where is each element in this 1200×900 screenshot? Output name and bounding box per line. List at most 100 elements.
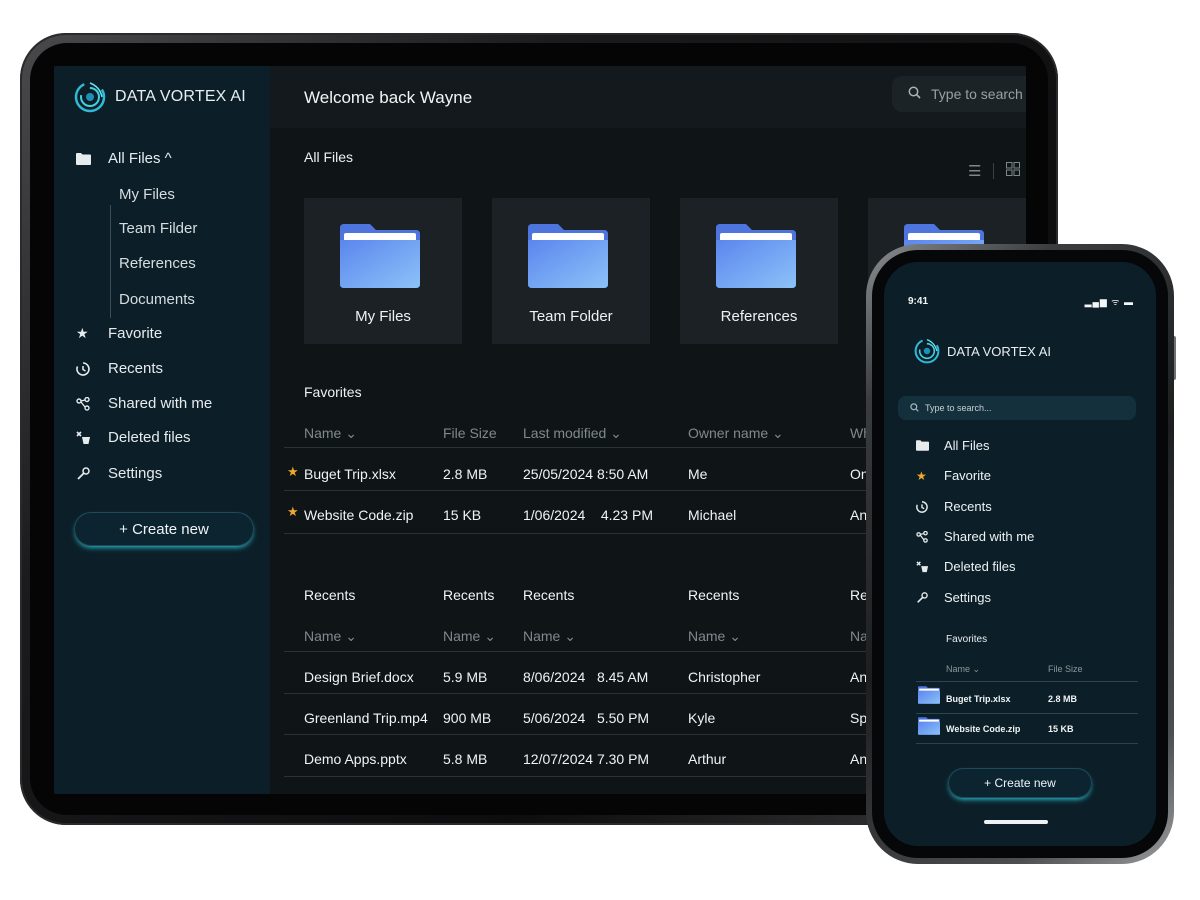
recents-title: Recents [443,587,495,603]
col-header-name[interactable]: Name ⌄ [688,628,741,645]
vortex-logo-icon [914,338,940,364]
file-name[interactable]: Greenland Trip.mp4 [304,710,428,726]
nav-item-label: Recents [944,499,992,514]
search-input[interactable]: Type to search [892,76,1026,112]
sidebar-subitem-documents[interactable]: Documents [119,291,195,308]
status-icons: ▂▄▆ ᯤ ▬ [1084,297,1134,307]
search-icon [910,402,919,414]
file-owner: Me [688,466,708,482]
star-icon[interactable]: ★ [287,464,299,480]
file-size: 2.8 MB [443,466,488,482]
sidebar: DATA VORTEX AI All Files ^ My Files Team… [54,66,270,794]
divider [916,713,1138,714]
star-icon: ★ [76,325,89,341]
file-name[interactable]: Buget Trip.xlsx [304,466,396,482]
nav-item-deleted[interactable]: Deleted files [916,559,1016,574]
sidebar-item-favorite[interactable]: ★ Favorite [76,325,162,342]
sidebar-item-recents[interactable]: Recents [76,360,163,377]
subnav-line [110,205,111,318]
col-header-name[interactable]: Name ⌄ [946,664,980,675]
share-icon [76,396,96,412]
star-icon[interactable]: ★ [287,504,299,520]
favorites-title: Favorites [946,634,988,645]
sidebar-item-label: All Files ^ [108,150,172,167]
sidebar-item-shared[interactable]: Shared with me [76,395,212,412]
nav-item-all-files[interactable]: All Files [916,438,990,453]
brand-name: DATA VORTEX AI [115,88,246,105]
file-modified: 1/06/2024 4.23 PM [523,507,653,523]
favorites-title: Favorites [304,384,362,400]
all-files-title: All Files [304,149,354,165]
nav-item-label: Deleted files [944,559,1016,574]
sidebar-item-label: Recents [108,360,164,377]
deleted-icon [76,430,96,446]
search-input[interactable]: Type to search... [898,396,1136,420]
folder-icon [528,224,608,288]
nav-item-label: All Files [944,438,990,453]
file-name[interactable]: Website Code.zip [304,507,413,523]
divider [916,681,1138,682]
sidebar-subitem-my-files[interactable]: My Files [119,186,175,203]
file-size: 15 KB [443,507,482,523]
welcome-text: Welcome back Wayne [304,88,473,107]
col-header-name[interactable]: Name ⌄ [304,628,357,645]
sidebar-item-all-files[interactable]: All Files ^ [76,150,172,167]
folder-card-team-folder[interactable]: Team Folder [492,198,650,344]
top-bar: Welcome back Wayne Type to search [270,66,1026,128]
grid-view-icon[interactable] [1006,162,1021,180]
sidebar-subitem-team-folder[interactable]: Team Filder [119,220,197,237]
nav-item-label: Settings [944,590,991,605]
sidebar-subitem-references[interactable]: References [119,255,196,272]
deleted-icon [916,560,932,573]
col-header-size[interactable]: File Size [1048,664,1083,674]
sidebar-item-label: Favorite [108,325,163,342]
brand: DATA VORTEX AI [914,338,1051,364]
history-icon [76,361,96,377]
recents-title: Recents [304,587,356,603]
status-time: 9:41 [908,296,929,307]
folder-icon [916,440,932,451]
sidebar-item-deleted[interactable]: Deleted files [76,429,191,446]
file-name[interactable]: Buget Trip.xlsx [946,694,1011,704]
folder-icon [340,224,420,288]
folder-icon [918,686,940,704]
file-name[interactable]: Demo Apps.pptx [304,751,407,767]
file-modified: 8/06/2024 8.45 AM [523,669,649,685]
file-owner: Arthur [688,751,727,767]
nav-item-recents[interactable]: Recents [916,499,992,514]
sidebar-item-settings[interactable]: Settings [76,465,162,482]
file-size: 2.8 MB [1048,694,1078,704]
brand-name: DATA VORTEX AI [947,343,1052,359]
file-name[interactable]: Website Code.zip [946,724,1020,734]
wrench-icon [76,466,96,482]
file-extra: An [850,507,868,523]
folder-card-my-files[interactable]: My Files [304,198,462,344]
folder-card-references[interactable]: References [680,198,838,344]
list-view-icon[interactable]: ☰ [968,162,981,180]
col-header-name[interactable]: Name ⌄ [523,628,576,645]
col-header-size[interactable]: File Size [443,425,497,441]
file-size: 900 MB [443,710,492,726]
home-indicator [984,820,1048,824]
col-header-name[interactable]: Name ⌄ [304,425,357,442]
recents-title: Recents [523,587,575,603]
phone-device: 9:41 ▂▄▆ ᯤ ▬ DATA VORTEX AI Type to sear… [866,244,1174,864]
col-header-owner[interactable]: Owner name ⌄ [688,425,784,442]
phone-screen: 9:41 ▂▄▆ ᯤ ▬ DATA VORTEX AI Type to sear… [884,262,1156,846]
create-new-button[interactable]: + Create new [948,768,1092,798]
file-size: 5.8 MB [443,751,488,767]
folder-label: Team Folder [529,308,613,325]
create-new-button[interactable]: + Create new [74,512,254,546]
nav-item-label: Shared with me [944,529,1035,544]
recents-title: Recents [688,587,740,603]
search-placeholder: Type to search [931,86,1023,102]
nav-item-settings[interactable]: Settings [916,590,991,605]
file-extra: An [850,751,868,767]
col-header-modified[interactable]: Last modified ⌄ [523,425,622,442]
file-name[interactable]: Design Brief.docx [304,669,414,685]
nav-item-shared[interactable]: Shared with me [916,529,1034,544]
search-placeholder: Type to search... [925,403,992,413]
col-header-name[interactable]: Name ⌄ [443,628,496,645]
nav-item-label: Favorite [944,468,991,483]
nav-item-favorite[interactable]: ★ Favorite [916,468,991,483]
